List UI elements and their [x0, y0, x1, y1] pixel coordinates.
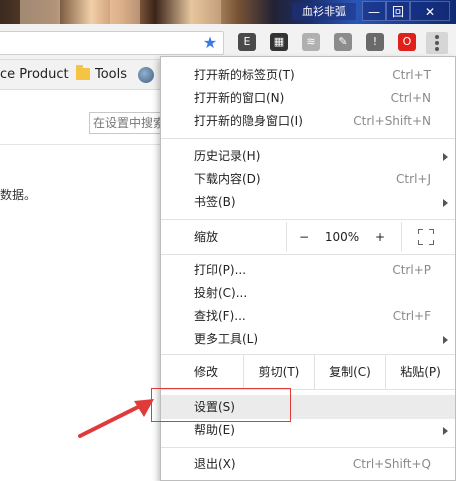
paste-button[interactable]: 粘贴(P) — [386, 355, 455, 389]
dot-icon — [435, 35, 439, 39]
wallpaper-strip — [20, 0, 60, 24]
wallpaper-strip — [110, 0, 140, 24]
menu-separator — [161, 254, 455, 255]
page-text-fragment: 数据。 — [0, 188, 37, 202]
compass-icon[interactable]: ✎ — [334, 33, 352, 51]
menu-separator — [161, 219, 455, 220]
menu-item-label: 更多工具(L) — [194, 332, 259, 346]
menu-item-cast[interactable]: 投射(C)... — [161, 282, 455, 305]
menu-item-exit[interactable]: 退出(X) Ctrl+Shift+Q — [161, 453, 455, 476]
fullscreen-corner — [429, 240, 434, 245]
menu-item-shortcut: Ctrl+Shift+Q — [352, 457, 431, 471]
toolbar: ★ E ▦ ≋ ✎ ! O — [0, 24, 456, 60]
menu-item-label: 历史记录(H) — [194, 149, 261, 163]
evernote-icon[interactable]: E — [238, 33, 256, 51]
menu-item-downloads[interactable]: 下载内容(D) Ctrl+J — [161, 168, 455, 191]
menu-item-shortcut: Ctrl+F — [392, 309, 431, 323]
cut-button[interactable]: 剪切(T) — [244, 355, 314, 389]
menu-item-label: 打印(P)... — [194, 263, 247, 277]
folder-icon — [76, 65, 90, 80]
qr-code-icon[interactable]: ▦ — [270, 33, 288, 51]
menu-item-history[interactable]: 历史记录(H) — [161, 145, 455, 168]
chevron-right-icon — [443, 427, 448, 435]
zoom-out-button[interactable]: − — [287, 222, 321, 252]
shield-extension-icon[interactable]: ! — [366, 33, 384, 51]
menu-item-label: 下载内容(D) — [194, 172, 261, 186]
window-user-label: 血衫非弧 — [292, 3, 356, 20]
menu-item-more-tools[interactable]: 更多工具(L) — [161, 328, 455, 351]
menu-item-help[interactable]: 帮助(E) — [161, 419, 455, 442]
menu-item-shortcut: Ctrl+N — [390, 91, 431, 105]
zoom-level-value: 100% — [324, 230, 360, 244]
bookmark-star-icon[interactable]: ★ — [201, 34, 219, 52]
menu-item-shortcut: Ctrl+P — [392, 263, 431, 277]
fullscreen-corner — [418, 229, 423, 234]
menu-item-new-window[interactable]: 打开新的窗口(N) Ctrl+N — [161, 87, 455, 110]
menu-item-shortcut: Ctrl+Shift+N — [353, 114, 431, 128]
annotation-highlight-box — [151, 388, 291, 422]
menu-separator — [161, 447, 455, 448]
menu-item-print[interactable]: 打印(P)... Ctrl+P — [161, 259, 455, 282]
menu-item-label: 打开新的标签页(T) — [194, 68, 295, 82]
close-button[interactable]: ✕ — [410, 1, 450, 21]
fullscreen-corner — [418, 240, 423, 245]
zoom-row: 缩放 − 100% + — [161, 222, 455, 252]
fullscreen-icon[interactable] — [418, 229, 434, 245]
edit-label: 修改 — [194, 365, 219, 379]
menu-item-label: 帮助(E) — [194, 423, 235, 437]
menu-item-label: 书签(B) — [194, 195, 236, 209]
menu-item-shortcut: Ctrl+T — [392, 68, 431, 82]
bookmark-folder-tools[interactable]: Tools — [95, 67, 127, 83]
menu-item-label: 查找(F)... — [194, 309, 246, 323]
divider — [0, 144, 160, 145]
menu-item-label: 投射(C)... — [194, 286, 248, 300]
zoom-label: 缩放 — [194, 230, 219, 244]
chevron-right-icon — [443, 336, 448, 344]
title-bar: 血衫非弧 — 回 ✕ — [0, 0, 456, 24]
maximize-button[interactable]: 回 — [386, 1, 410, 21]
opera-icon[interactable]: O — [398, 33, 416, 51]
menu-item-label: 退出(X) — [194, 457, 236, 471]
menu-item-shortcut: Ctrl+J — [396, 172, 431, 186]
address-bar[interactable]: ★ — [0, 31, 224, 55]
menu-separator — [161, 138, 455, 139]
copy-button[interactable]: 复制(C) — [315, 355, 385, 389]
wallpaper-strip — [195, 0, 221, 24]
divider — [401, 222, 402, 252]
globe-icon[interactable] — [138, 67, 154, 83]
menu-item-label: 打开新的窗口(N) — [194, 91, 285, 105]
chevron-right-icon — [443, 199, 448, 207]
zoom-in-button[interactable]: + — [363, 222, 397, 252]
browser-window: 血衫非弧 — 回 ✕ ★ E ▦ ≋ ✎ ! O ce Product Tool… — [0, 0, 456, 481]
settings-search-input[interactable]: 在设置中搜索 — [89, 112, 169, 134]
minimize-button[interactable]: — — [362, 1, 386, 21]
edit-row: 修改 剪切(T) 复制(C) 粘贴(P) — [161, 355, 455, 389]
dot-icon — [435, 41, 439, 45]
menu-button[interactable] — [426, 32, 448, 54]
menu-item-new-incognito[interactable]: 打开新的隐身窗口(I) Ctrl+Shift+N — [161, 110, 455, 133]
menu-item-find[interactable]: 查找(F)... Ctrl+F — [161, 305, 455, 328]
rss-icon[interactable]: ≋ — [302, 33, 320, 51]
menu-item-label: 打开新的隐身窗口(I) — [194, 114, 303, 128]
bookmark-item[interactable]: ce Product — [0, 67, 69, 83]
menu-item-bookmarks[interactable]: 书签(B) — [161, 191, 455, 214]
menu-item-new-tab[interactable]: 打开新的标签页(T) Ctrl+T — [161, 64, 455, 87]
annotation-arrow-icon — [78, 399, 154, 438]
chevron-right-icon — [443, 153, 448, 161]
dot-icon — [435, 47, 439, 51]
fullscreen-corner — [429, 229, 434, 234]
